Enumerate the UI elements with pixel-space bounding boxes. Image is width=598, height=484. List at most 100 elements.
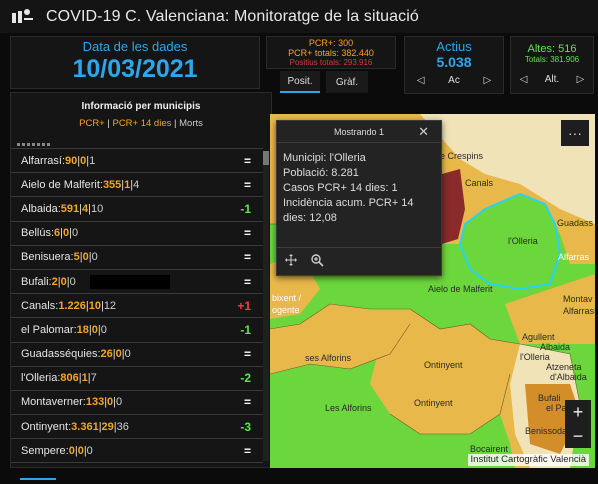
popup-header: Mostrando 1 ✕ bbox=[277, 121, 441, 143]
morts-value: 1 bbox=[89, 154, 96, 167]
morts-value: 0 bbox=[124, 348, 131, 361]
tab-posit[interactable]: Posit. bbox=[280, 71, 320, 93]
actius-panel: Actius 5.038 ◁ Ac ▷ bbox=[404, 36, 504, 94]
pan-icon[interactable] bbox=[285, 254, 297, 269]
zoom-to-icon[interactable] bbox=[311, 253, 324, 270]
list-item[interactable]: l'Olleria: 806 | 1 | 7 -2 bbox=[11, 365, 263, 390]
morts-value: 36 bbox=[116, 420, 129, 433]
actius-value: 5.038 bbox=[436, 54, 472, 70]
morts-value: 4 bbox=[133, 178, 140, 191]
list-toolbar bbox=[17, 133, 267, 146]
change-indicator: -2 bbox=[240, 371, 251, 386]
morts-value: 12 bbox=[103, 299, 117, 312]
change-indicator: = bbox=[243, 395, 251, 410]
morts-value: 7 bbox=[90, 372, 97, 385]
list-item[interactable]: Sempere: 0 | 0 | 0 = bbox=[11, 438, 263, 462]
date-label: Data de les dades bbox=[82, 39, 188, 54]
popup-municipi: Municipi: l'Olleria bbox=[283, 152, 366, 164]
municipi-name: l'Olleria bbox=[21, 372, 58, 385]
map-label: Benissoda bbox=[525, 426, 567, 436]
change-indicator: = bbox=[243, 177, 251, 192]
prev-arrow-icon[interactable]: ◁ bbox=[520, 74, 528, 85]
scrollbar-thumb[interactable] bbox=[263, 151, 269, 165]
municipi-name: Alfarrasí bbox=[21, 154, 62, 167]
list-item[interactable]: Canals: 1.226 | 10 | 12 +1 bbox=[11, 293, 263, 317]
bottom-tab-indicator[interactable] bbox=[20, 470, 56, 480]
popup-footer bbox=[277, 247, 441, 275]
list-legend: PCR+ | PCR+ 14 dies | Morts bbox=[11, 118, 271, 129]
popup-poblacio: Població: 8.281 bbox=[283, 167, 359, 179]
map-label: Les Alforins bbox=[325, 403, 372, 413]
pcr-value: 1.226 bbox=[58, 299, 86, 312]
altes-nav-label[interactable]: Alt. bbox=[545, 74, 559, 85]
list-item[interactable]: Benisuera: 5 | 0 | 0 = bbox=[11, 244, 263, 269]
zoom-in-button[interactable]: + bbox=[565, 400, 591, 424]
pcr14-value: 29 bbox=[101, 420, 114, 433]
list-item[interactable]: Bufali: 2 | 0 | 0 = bbox=[11, 268, 263, 293]
legend-pcr14: PCR+ 14 dies bbox=[112, 118, 172, 129]
list-item[interactable]: Albaida: 591 | 4 | 10 -1 bbox=[11, 196, 263, 220]
list-item-text: Canals: 1.226 | 10 | 12 bbox=[21, 300, 116, 312]
prev-arrow-icon[interactable]: ◁ bbox=[417, 75, 425, 86]
list-scrollbar[interactable] bbox=[263, 151, 269, 461]
list-item-text: Benisuera: 5 | 0 | 0 bbox=[21, 251, 98, 263]
municipi-name: Benisuera bbox=[21, 251, 71, 264]
list-item[interactable]: Montaverner: 133 | 0 | 0 = bbox=[11, 389, 263, 414]
municipi-name: Ontinyent bbox=[21, 420, 69, 433]
popup-body: Municipi: l'Olleria Població: 8.281 Caso… bbox=[277, 143, 441, 226]
morts-value: 0 bbox=[86, 444, 93, 457]
pcr-value: 133 bbox=[85, 396, 105, 409]
map-label: Albaida bbox=[540, 342, 570, 352]
positius-totals: Positius totals: 293.916 bbox=[289, 58, 373, 67]
map-label: d'Albaida bbox=[550, 372, 587, 382]
popup-title: Mostrando 1 bbox=[333, 126, 385, 137]
list-item[interactable]: Xàtiva: 2.406 | 11 | 31-2 bbox=[11, 462, 263, 467]
list-item[interactable]: Ontinyent: 3.361 | 29 | 36 -3 bbox=[11, 414, 263, 438]
next-arrow-icon[interactable]: ▷ bbox=[483, 75, 491, 86]
municipi-name: Sempere bbox=[21, 444, 66, 457]
page-title: COVID-19 C. Valenciana: Monitoratge de l… bbox=[46, 7, 419, 25]
municipi-name: Bufali bbox=[21, 275, 49, 288]
actius-nav-label[interactable]: Ac bbox=[448, 75, 460, 86]
change-indicator: -3 bbox=[240, 419, 251, 434]
actius-nav: ◁ Ac ▷ bbox=[405, 75, 503, 86]
map-label: ogente bbox=[272, 305, 300, 315]
municipi-name: Albaida bbox=[21, 202, 58, 215]
legend-morts: Morts bbox=[179, 118, 203, 129]
more-options-button[interactable]: ··· bbox=[561, 120, 589, 146]
municipis-panel: Informació per municipis PCR+ | PCR+ 14 … bbox=[10, 92, 272, 468]
list-item[interactable]: Guadasséquies: 26 | 0 | 0 = bbox=[11, 341, 263, 366]
tab-graf[interactable]: Gràf. bbox=[326, 71, 368, 93]
map-label: Agullent bbox=[522, 332, 555, 342]
date-value: 10/03/2021 bbox=[72, 55, 198, 83]
popup-casos: Casos PCR+ 14 dies: 1 bbox=[283, 182, 398, 194]
pcr-value: 355 bbox=[102, 178, 122, 191]
close-icon[interactable]: ✕ bbox=[418, 124, 429, 140]
zoom-out-button[interactable]: − bbox=[565, 424, 591, 448]
list-item[interactable]: Aielo de Malferit: 355 | 1 | 4 = bbox=[11, 172, 263, 196]
municipi-name: Montaverner bbox=[21, 396, 83, 409]
pcr-value: 3.361 bbox=[71, 420, 99, 433]
map-label: Alfarras bbox=[558, 252, 590, 262]
map-label: Atzeneta bbox=[546, 362, 582, 372]
morts-value: 0 bbox=[69, 275, 76, 288]
map-label: Ontinyent bbox=[424, 360, 463, 370]
morts-value: 0 bbox=[100, 323, 107, 336]
list-item-text: Montaverner: 133 | 0 | 0 bbox=[21, 396, 122, 408]
popup-incidencia: Incidència acum. PCR+ 14 dies: 12,08 bbox=[283, 197, 414, 224]
municipi-name: Bellús bbox=[21, 227, 51, 240]
next-arrow-icon[interactable]: ▷ bbox=[577, 74, 585, 85]
list-item[interactable]: Alfarrasí: 90 | 0 | 1 = bbox=[11, 148, 263, 172]
municipis-list: Alfarrasí: 90 | 0 | 1 = Aielo de Malferit:… bbox=[11, 148, 263, 467]
pcr-value: 90 bbox=[65, 154, 78, 167]
pcr-value: 806 bbox=[60, 372, 79, 385]
list-item[interactable]: Bellús: 6 | 0 | 0 = bbox=[11, 220, 263, 245]
list-item-text: Bellús: 6 | 0 | 0 bbox=[21, 227, 78, 239]
pcr-value: 26 bbox=[100, 348, 113, 361]
change-indicator: = bbox=[243, 443, 251, 458]
list-item[interactable]: el Palomar: 18 | 0 | 0 -1 bbox=[11, 317, 263, 341]
list-item-text: Guadasséquies: 26 | 0 | 0 bbox=[21, 348, 131, 360]
municipi-name: Guadasséquies bbox=[21, 348, 98, 361]
list-item-text: Bufali: 2 | 0 | 0 bbox=[21, 274, 170, 289]
list-item-text: l'Olleria: 806 | 1 | 7 bbox=[21, 372, 97, 384]
